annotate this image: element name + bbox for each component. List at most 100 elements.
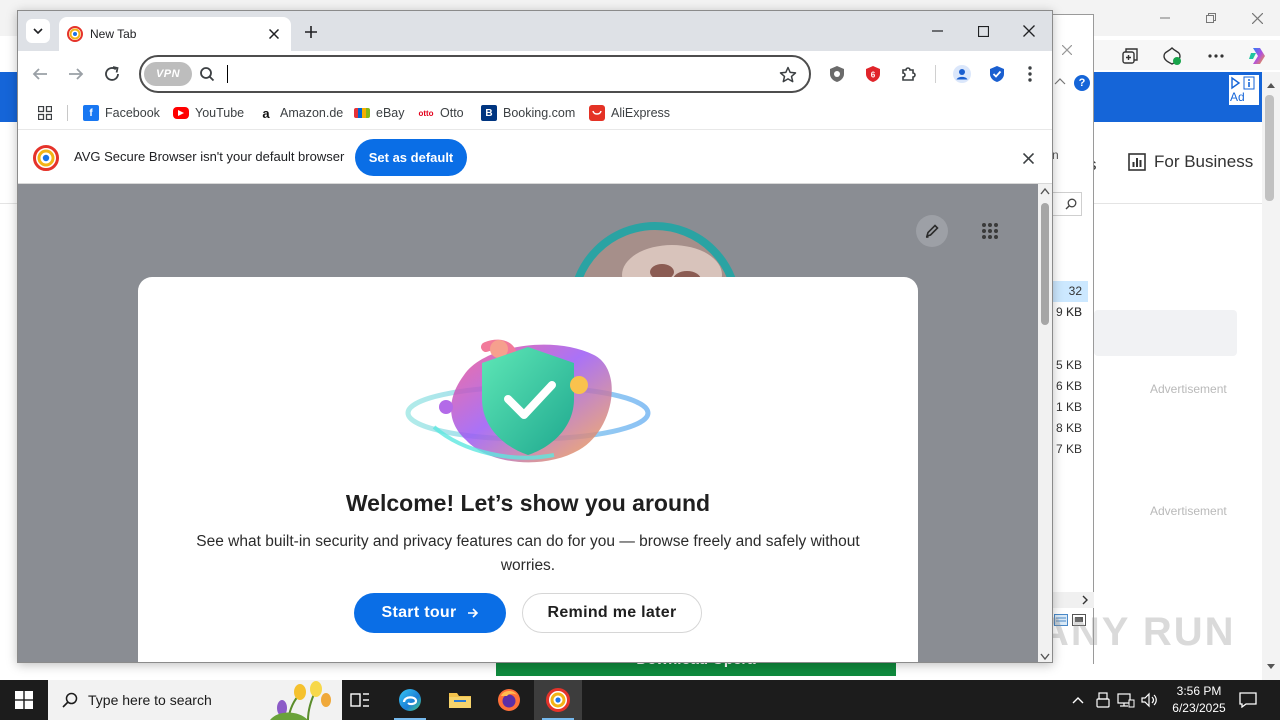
minimize-icon (931, 30, 943, 32)
menu-kebab-icon[interactable] (1017, 61, 1043, 87)
file-size-cell[interactable]: 7 KB (1052, 439, 1088, 460)
default-browser-message: AVG Secure Browser isn't your default br… (74, 149, 345, 164)
network-icon[interactable] (1116, 690, 1136, 710)
taskbar-edge[interactable] (386, 680, 434, 720)
page-scrollbar-thumb[interactable] (1041, 203, 1049, 325)
extensions-puzzle-icon[interactable] (896, 61, 922, 87)
more-options-icon[interactable] (1202, 43, 1230, 69)
chevron-up-icon[interactable] (1054, 77, 1066, 85)
aliexpress-icon (589, 105, 605, 121)
avg-browser-icon (546, 688, 570, 712)
file-size-cell[interactable]: 5 KB (1052, 355, 1088, 376)
bookmark-aliexpress[interactable]: AliExpress (589, 102, 670, 124)
toolbar-divider (935, 65, 936, 83)
adblock-shield-icon[interactable]: 6 (860, 61, 886, 87)
tab-strip: New Tab (18, 11, 1052, 51)
bookmark-facebook[interactable]: f Facebook (83, 102, 160, 124)
remind-me-later-button[interactable]: Remind me later (522, 593, 702, 633)
bookmark-ebay[interactable]: eBay (354, 102, 405, 124)
customize-pencil-icon[interactable] (916, 215, 948, 247)
file-size-cell[interactable]: 32 KB (1052, 281, 1088, 319)
svg-text:6: 6 (871, 71, 876, 80)
action-center-button[interactable] (1236, 688, 1260, 712)
file-horizontal-scrollbar[interactable] (1052, 592, 1094, 608)
usb-device-icon[interactable] (1093, 690, 1113, 710)
bookmarks-divider (67, 105, 68, 121)
collections-icon[interactable] (1116, 43, 1144, 69)
avg-favicon-icon (67, 26, 83, 42)
bg-close-button[interactable] (1234, 0, 1280, 36)
welcome-title: Welcome! Let’s show you around (345, 490, 711, 516)
file-search-box[interactable] (1052, 192, 1082, 216)
bookmark-youtube[interactable]: YouTube (173, 102, 244, 124)
infobar-close-icon[interactable] (1018, 148, 1038, 168)
back-button[interactable] (28, 62, 52, 86)
vpn-button[interactable]: VPN (144, 62, 192, 86)
help-icon[interactable]: ? (1074, 75, 1090, 91)
bookmark-otto[interactable]: otto Otto (418, 102, 464, 124)
avg-logo-icon (33, 145, 59, 171)
maximize-button[interactable] (960, 11, 1006, 51)
security-shield-icon[interactable] (984, 61, 1010, 87)
background-search-box[interactable] (1094, 310, 1237, 356)
file-size-cell[interactable]: 8 KB (1052, 418, 1088, 439)
search-highlight-flowers-icon (268, 680, 342, 720)
avg-privacy-extension-icon[interactable] (824, 61, 850, 87)
tab-search-button[interactable] (26, 19, 50, 43)
search-icon (62, 692, 78, 708)
bookmark-amazon[interactable]: a Amazon.de (258, 102, 343, 124)
folder-icon (449, 693, 471, 708)
file-size-cell[interactable]: 1 KB (1052, 397, 1088, 418)
browser-essentials-icon[interactable] (1158, 43, 1186, 69)
advertisement-label: Advertisement (1150, 504, 1227, 518)
minimize-button[interactable] (914, 11, 960, 51)
volume-icon[interactable] (1140, 690, 1160, 710)
bg-restore-button[interactable] (1188, 0, 1234, 36)
otto-icon: otto (418, 105, 434, 121)
file-size-cell[interactable]: 9 KB (1052, 302, 1088, 323)
bookmark-label: Facebook (105, 106, 160, 120)
copilot-icon[interactable] (1244, 43, 1272, 69)
file-size-cell[interactable]: 6 KB (1052, 376, 1088, 397)
apps-launcher-icon[interactable] (974, 215, 1006, 247)
bookmark-star-icon[interactable] (777, 64, 799, 86)
taskbar-avg-browser[interactable] (534, 680, 582, 720)
bookmark-label: AliExpress (611, 106, 671, 120)
taskbar: Type here to search 3:56 PM 6/23/2025 (0, 680, 1280, 720)
for-business-link[interactable]: For Business (1128, 152, 1253, 172)
taskbar-search-box[interactable]: Type here to search (48, 680, 342, 720)
apps-grid-icon[interactable] (35, 103, 55, 123)
task-view-button[interactable] (336, 680, 384, 720)
bookmark-label: YouTube (195, 106, 245, 120)
facebook-icon: f (83, 105, 99, 121)
set-as-default-button[interactable]: Set as default (355, 139, 467, 176)
taskbar-firefox[interactable] (485, 680, 533, 720)
taskbar-file-explorer[interactable] (436, 680, 484, 720)
background-toolbar (1094, 40, 1280, 70)
tab-close-icon[interactable] (265, 25, 283, 43)
new-tab-button[interactable] (300, 21, 322, 43)
taskbar-search-placeholder: Type here to search (88, 692, 212, 708)
address-bar[interactable]: VPN (139, 55, 811, 93)
close-icon (1023, 25, 1035, 37)
tab-new-tab[interactable]: New Tab (59, 17, 291, 51)
bookmarks-bar: f Facebook YouTube a Amazon.de eBay otto… (18, 97, 1052, 129)
background-scrollbar-thumb[interactable] (1265, 95, 1274, 201)
start-button[interactable] (0, 680, 48, 720)
reload-button[interactable] (100, 62, 124, 86)
watermark: ANY RUN (1040, 610, 1236, 654)
browser-toolbar: VPN 6 (18, 51, 1052, 97)
show-hidden-icons-chevron-icon[interactable] (1068, 690, 1088, 710)
welcome-dialog: Welcome! Let’s show you around See what … (138, 277, 918, 662)
forward-button[interactable] (64, 62, 88, 86)
start-tour-button[interactable]: Start tour (354, 593, 506, 633)
bg-minimize-button[interactable] (1142, 0, 1188, 36)
close-button[interactable] (1006, 11, 1052, 51)
profile-avatar-icon[interactable] (949, 61, 975, 87)
bookmark-label: Amazon.de (280, 106, 344, 120)
close-icon[interactable] (1062, 45, 1072, 55)
address-input[interactable] (225, 63, 765, 85)
bookmark-booking[interactable]: B Booking.com (481, 102, 575, 124)
system-clock[interactable]: 3:56 PM 6/23/2025 (1160, 683, 1238, 717)
ebay-icon (354, 108, 370, 118)
